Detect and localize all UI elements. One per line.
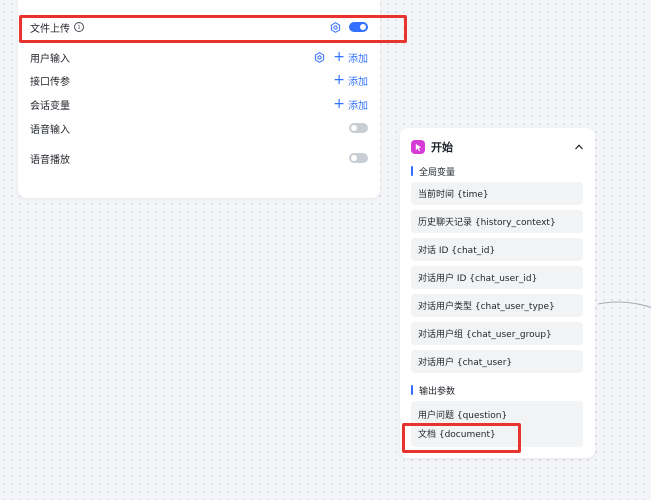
node-header: 开始 (411, 138, 584, 156)
voice-playback-row: 语音播放 (30, 149, 368, 167)
gear-icon[interactable] (314, 51, 325, 63)
api-params-label: 接口传参 (30, 76, 70, 88)
voice-input-row: 语音输入 (30, 119, 368, 137)
add-api-param-button[interactable]: + 添加 (333, 73, 368, 88)
voice-input-toggle[interactable] (349, 123, 368, 133)
file-upload-row: 文件上传 i (30, 18, 368, 36)
gear-icon[interactable] (330, 21, 341, 33)
plus-icon: + (333, 72, 345, 88)
plus-icon: + (333, 49, 345, 65)
output-param-item[interactable]: 用户问题 {question} (418, 408, 507, 421)
global-var-chip[interactable]: 对话用户 {chat_user} (411, 350, 583, 373)
global-var-chip[interactable]: 对话用户组 {chat_user_group} (411, 322, 583, 345)
session-vars-row: 会话变量 + 添加 (30, 95, 368, 113)
output-params-box: 用户问题 {question} 文档 {document} (411, 401, 583, 447)
add-label: 添加 (348, 76, 368, 88)
api-params-row: 接口传参 + 添加 (30, 71, 368, 89)
start-node[interactable]: 开始 全局变量 当前时间 {time} 历史聊天记录 {history_cont… (400, 128, 595, 458)
user-input-row: 用户输入 + 添加 (30, 48, 368, 66)
voice-playback-toggle[interactable] (349, 153, 368, 163)
add-user-input-button[interactable]: + 添加 (333, 50, 368, 65)
add-label: 添加 (348, 100, 368, 112)
cursor-icon (411, 140, 425, 154)
user-input-label: 用户输入 (30, 53, 70, 65)
info-icon[interactable]: i (74, 22, 84, 32)
session-vars-label: 会话变量 (30, 100, 70, 112)
add-session-var-button[interactable]: + 添加 (333, 97, 368, 112)
voice-input-label: 语音输入 (30, 124, 70, 136)
settings-panel: 文件上传 i 用户输入 + 添加 接口传参 + 添加 会话变量 + 添加 语音输… (18, 0, 380, 198)
voice-playback-label: 语音播放 (30, 154, 70, 166)
file-upload-toggle[interactable] (349, 22, 368, 32)
global-var-chip[interactable]: 对话用户类型 {chat_user_type} (411, 294, 583, 317)
global-var-chip[interactable]: 对话 ID {chat_id} (411, 238, 583, 261)
clipped-row (30, 0, 368, 2)
chevron-up-icon[interactable] (574, 142, 584, 152)
add-label: 添加 (348, 53, 368, 65)
node-title: 开始 (431, 141, 453, 154)
global-vars-title: 全局变量 (411, 165, 455, 178)
connector-edge (598, 301, 651, 308)
plus-icon: + (333, 96, 345, 112)
global-var-chip[interactable]: 当前时间 {time} (411, 182, 583, 205)
file-upload-label: 文件上传 (30, 23, 70, 35)
output-params-title: 输出参数 (411, 384, 455, 397)
global-var-chip[interactable]: 对话用户 ID {chat_user_id} (411, 266, 583, 289)
output-param-item[interactable]: 文档 {document} (418, 427, 496, 440)
global-var-chip[interactable]: 历史聊天记录 {history_context} (411, 210, 583, 233)
